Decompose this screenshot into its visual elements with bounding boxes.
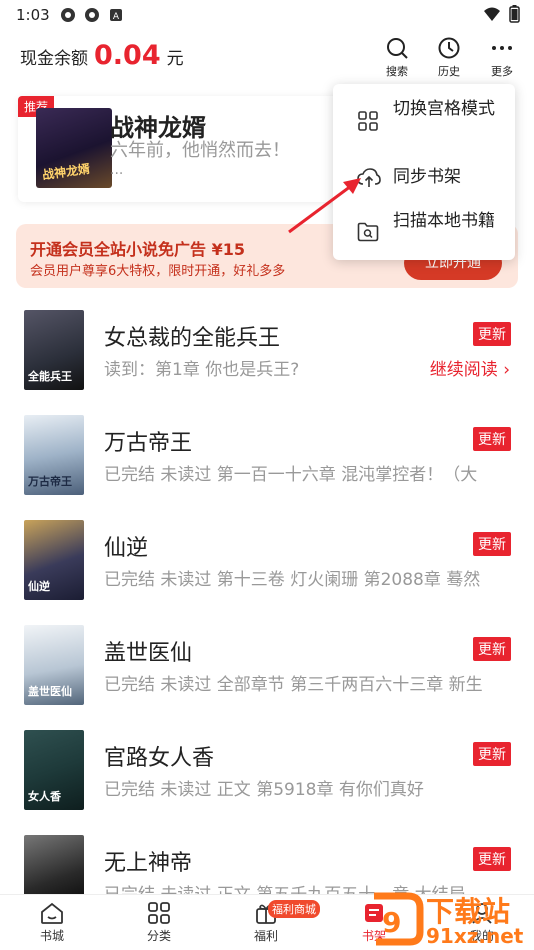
- search-button[interactable]: 搜索: [377, 36, 417, 79]
- cover-text: 仙逆: [28, 580, 50, 593]
- balance-amount: 0.04: [94, 40, 161, 71]
- menu-label-grid-mode: 切换宫格模式: [393, 99, 495, 119]
- menu-item-grid-mode[interactable]: 切换宫格模式: [333, 94, 515, 150]
- more-dots-icon: [482, 36, 522, 60]
- category-icon: [129, 901, 189, 925]
- book-cover: 盖世医仙: [24, 625, 84, 705]
- app-notification-icon: [84, 7, 100, 23]
- wifi-icon: [483, 6, 501, 26]
- book-title: 无上神帝: [104, 851, 193, 876]
- watermark-logo-icon: 9: [368, 892, 424, 950]
- list-item[interactable]: 女人香 官路女人香 已完结 未读过 正文 第5918章 有你们真好 更新: [0, 720, 534, 824]
- menu-label-sync-shelf: 同步书架: [393, 167, 461, 187]
- cover-text: 万古帝王: [28, 475, 72, 488]
- tab-label: 分类: [146, 929, 171, 943]
- site-watermark: 9 下载站 91xz.net: [366, 886, 534, 950]
- book-progress: 读到：第1章 你也是兵王?: [104, 360, 300, 380]
- book-progress: 已完结 未读过 第十三卷 灯火阑珊 第2088章 蓦然: [104, 570, 481, 590]
- vip-subtitle: 会员用户尊享6大特权，限时开通，好礼多多: [30, 264, 286, 279]
- tab-label: 福利: [253, 929, 278, 943]
- a-notification-icon: A: [108, 7, 124, 23]
- cover-text: 女人香: [28, 790, 61, 803]
- cover-text: 盖世医仙: [28, 685, 72, 698]
- book-cover: 仙逆: [24, 520, 84, 600]
- book-progress: 已完结 未读过 全部章节 第三千两百六十三章 新生: [104, 675, 483, 695]
- clock-icon: [429, 36, 469, 60]
- balance-label: 现金余额: [20, 49, 88, 69]
- search-icon: [377, 36, 417, 60]
- welfare-mall-badge: 福利商城: [268, 900, 320, 918]
- status-bar: 1:03 A: [0, 0, 534, 30]
- featured-more: ...: [110, 162, 124, 178]
- list-item[interactable]: 仙逆 仙逆 已完结 未读过 第十三卷 灯火阑珊 第2088章 蓦然 更新: [0, 510, 534, 614]
- book-cover: 全能兵王: [24, 310, 84, 390]
- cash-balance[interactable]: 现金余额 0.04 元: [20, 40, 184, 71]
- book-cover: 女人香: [24, 730, 84, 810]
- app-notification-icon: [60, 7, 76, 23]
- book-title: 盖世医仙: [104, 641, 193, 666]
- tab-category[interactable]: 分类: [129, 901, 189, 944]
- home-icon: [22, 901, 82, 925]
- continue-reading-link[interactable]: 继续阅读 ›: [430, 355, 510, 380]
- tab-bookstore[interactable]: 书城: [22, 901, 82, 944]
- header: 现金余额 0.04 元 搜索 历史 更多: [0, 30, 534, 86]
- history-label: 历史: [438, 65, 460, 78]
- battery-icon: [509, 5, 520, 27]
- update-badge: 更新: [473, 847, 511, 871]
- grid-icon: [357, 110, 379, 136]
- watermark-url: 91xz.net: [426, 924, 524, 948]
- svg-text:A: A: [113, 12, 120, 22]
- update-badge: 更新: [473, 322, 511, 346]
- book-progress: 已完结 未读过 正文 第5918章 有你们真好: [104, 780, 424, 800]
- book-title: 仙逆: [104, 536, 149, 561]
- cover-text: 全能兵王: [28, 370, 72, 383]
- more-label: 更多: [491, 65, 513, 78]
- annotation-arrow-icon: [285, 164, 365, 240]
- book-title: 官路女人香: [104, 746, 215, 771]
- update-badge: 更新: [473, 427, 511, 451]
- search-label: 搜索: [386, 65, 408, 78]
- featured-cover-title: 战神龙婿: [41, 161, 91, 183]
- more-button[interactable]: 更多: [482, 36, 522, 79]
- history-button[interactable]: 历史: [429, 36, 469, 79]
- list-item[interactable]: 全能兵王 女总裁的全能兵王 读到：第1章 你也是兵王? 更新 继续阅读 ›: [0, 300, 534, 404]
- balance-unit: 元: [166, 49, 184, 69]
- list-item[interactable]: 盖世医仙 盖世医仙 已完结 未读过 全部章节 第三千两百六十三章 新生 更新: [0, 615, 534, 719]
- update-badge: 更新: [473, 532, 511, 556]
- svg-text:9: 9: [382, 906, 401, 939]
- book-title: 女总裁的全能兵王: [104, 326, 281, 351]
- book-title: 万古帝王: [104, 431, 193, 456]
- vip-title: 开通会员全站小说免广告 ¥15: [30, 240, 245, 259]
- update-badge: 更新: [473, 742, 511, 766]
- tab-label: 书城: [39, 929, 64, 943]
- featured-book-desc: 六年前，他悄然而去！: [110, 140, 290, 161]
- book-cover: 万古帝王: [24, 415, 84, 495]
- featured-book-cover: 战神龙婿: [36, 108, 112, 188]
- status-time: 1:03: [16, 6, 50, 24]
- status-right: [483, 5, 520, 27]
- book-progress: 已完结 未读过 第一百一十六章 混沌掌控者！（大: [104, 465, 478, 485]
- update-badge: 更新: [473, 637, 511, 661]
- menu-label-scan-local: 扫描本地书籍: [393, 211, 495, 231]
- list-item[interactable]: 万古帝王 万古帝王 已完结 未读过 第一百一十六章 混沌掌控者！（大 更新: [0, 405, 534, 509]
